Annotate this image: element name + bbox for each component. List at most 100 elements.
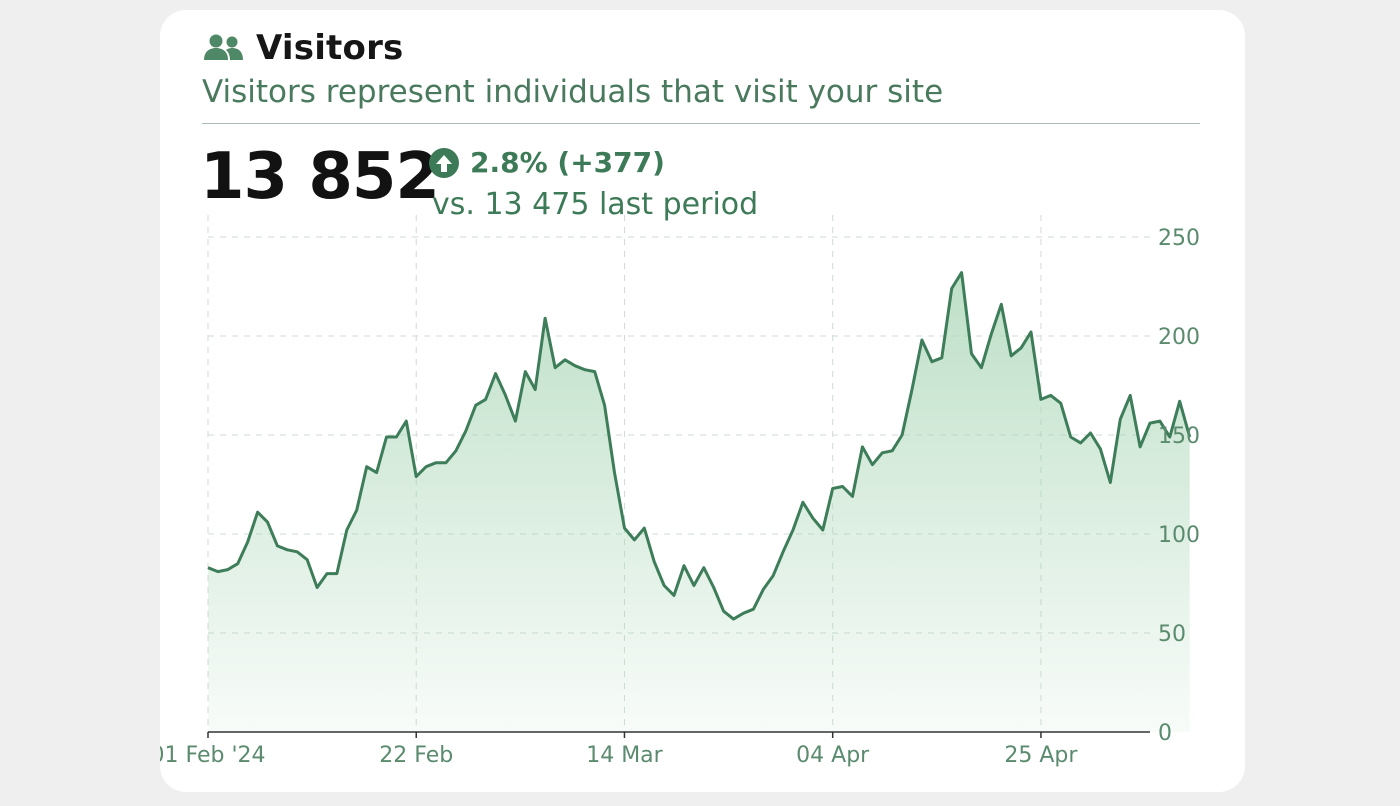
data-point (682, 564, 686, 568)
data-point (662, 584, 666, 588)
data-point (801, 500, 805, 504)
data-point (791, 528, 795, 532)
data-point (1128, 393, 1132, 397)
data-point (513, 419, 517, 423)
data-point (702, 566, 706, 570)
x-tick-label: 22 Feb (379, 743, 453, 768)
data-point (583, 368, 587, 372)
data-point (860, 445, 864, 449)
data-point (900, 433, 904, 437)
data-point (424, 465, 428, 469)
visitors-area (208, 272, 1190, 732)
data-point (851, 494, 855, 498)
data-point (920, 338, 924, 342)
data-point (275, 544, 279, 548)
data-point (226, 568, 230, 572)
data-point (732, 617, 736, 621)
y-tick-label: 200 (1158, 325, 1200, 350)
x-tick-label: 01 Feb '24 (160, 743, 265, 768)
x-tick-label: 25 Apr (1004, 743, 1078, 768)
data-point (960, 271, 964, 275)
data-point (1098, 447, 1102, 451)
data-point (533, 388, 537, 392)
data-point (285, 548, 289, 552)
data-point (434, 461, 438, 465)
data-point (1138, 445, 1142, 449)
y-tick-label: 100 (1158, 523, 1200, 548)
data-point (454, 449, 458, 453)
data-point (563, 358, 567, 362)
data-point (553, 366, 557, 370)
data-point (1118, 417, 1122, 421)
data-point (1079, 441, 1083, 445)
data-point (315, 586, 319, 590)
data-point (910, 388, 914, 392)
data-point (603, 403, 607, 407)
data-point (841, 485, 845, 489)
data-point (335, 572, 339, 576)
data-point (206, 566, 210, 570)
data-point (523, 370, 527, 374)
data-point (1009, 354, 1013, 358)
data-point (464, 429, 468, 433)
data-point (444, 461, 448, 465)
data-point (484, 397, 488, 401)
data-point (979, 366, 983, 370)
data-point (474, 403, 478, 407)
x-tick-label: 14 Mar (586, 743, 663, 768)
y-tick-label: 150 (1158, 424, 1200, 449)
data-point (831, 487, 835, 491)
data-point (1148, 421, 1152, 425)
data-point (742, 611, 746, 615)
data-point (632, 538, 636, 542)
data-point (652, 560, 656, 564)
data-point (1029, 330, 1033, 334)
data-point (593, 370, 597, 374)
data-point (1049, 393, 1053, 397)
data-point (236, 562, 240, 566)
data-point (623, 526, 627, 530)
data-point (504, 393, 508, 397)
data-point (246, 540, 250, 544)
x-tick-label: 04 Apr (796, 743, 870, 768)
data-point (722, 609, 726, 613)
data-point (256, 510, 260, 514)
data-point (940, 356, 944, 360)
data-point (1089, 431, 1093, 435)
data-point (1158, 419, 1162, 423)
data-point (1069, 435, 1073, 439)
data-point (761, 587, 765, 591)
data-point (355, 508, 359, 512)
data-point (375, 471, 379, 475)
data-point (950, 287, 954, 291)
data-point (325, 572, 329, 576)
data-point (266, 520, 270, 524)
data-point (394, 435, 398, 439)
data-point (692, 584, 696, 588)
data-point (494, 372, 498, 376)
data-point (930, 360, 934, 364)
data-point (870, 463, 874, 467)
data-point (1178, 399, 1182, 403)
data-point (365, 465, 369, 469)
data-point (613, 471, 617, 475)
data-point (1039, 397, 1043, 401)
data-point (672, 593, 676, 597)
data-point (970, 352, 974, 356)
data-point (642, 526, 646, 530)
data-point (771, 574, 775, 578)
data-point (404, 419, 408, 423)
visitors-card: Visitors Visitors represent individuals … (160, 10, 1245, 792)
data-point (216, 570, 220, 574)
y-tick-label: 250 (1158, 226, 1200, 251)
data-point (751, 607, 755, 611)
data-point (1059, 401, 1063, 405)
data-point (385, 435, 389, 439)
data-point (890, 449, 894, 453)
data-point (821, 528, 825, 532)
data-point (989, 332, 993, 336)
data-point (295, 550, 299, 554)
data-point (999, 302, 1003, 306)
data-point (414, 475, 418, 479)
data-point (1019, 346, 1023, 350)
